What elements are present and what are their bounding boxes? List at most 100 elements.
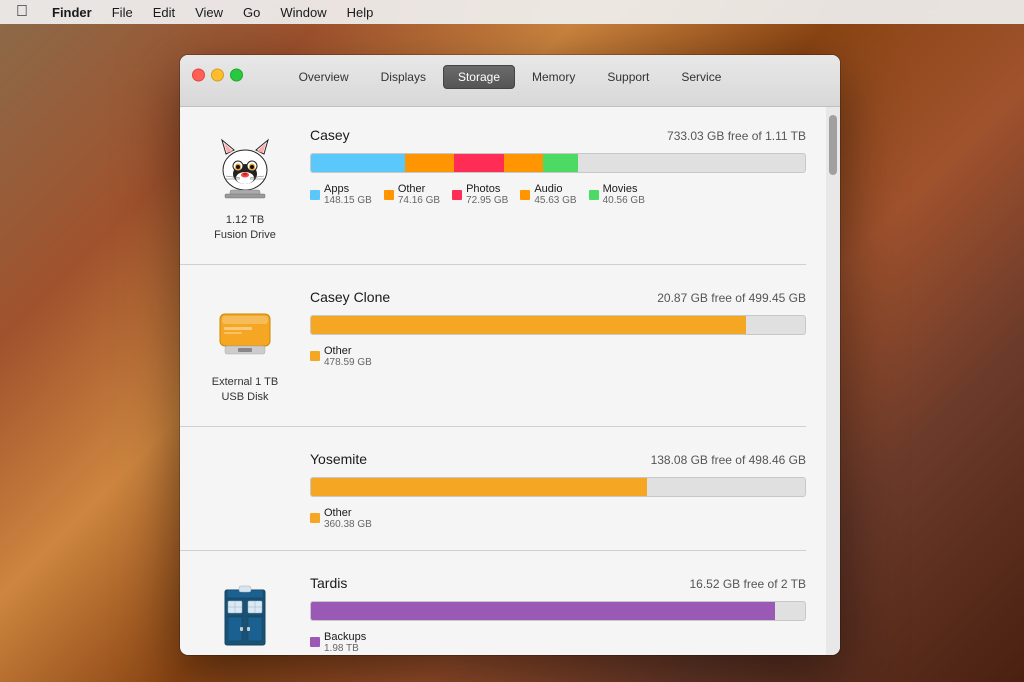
legend-name: Other [398,183,440,195]
legend-color-dot [520,190,530,200]
drive-item-yosemite: Yosemite 138.08 GB free of 498.46 GB Oth… [180,447,806,551]
drive-name: Yosemite [310,451,367,467]
tab-storage[interactable]: Storage [443,65,515,89]
minimize-button[interactable] [211,68,224,81]
legend-size: 148.15 GB [324,195,372,206]
legend-text: Movies 40.56 GB [603,183,645,206]
tab-support[interactable]: Support [592,65,664,89]
legend-size: 1.98 TB [324,643,366,654]
menubar:  Finder File Edit View Go Window Help [0,0,1024,24]
bar-segment [543,154,578,172]
drive-icon-tardis: External 3 TBUSB Disk [180,571,310,655]
traffic-lights [192,68,243,81]
menubar-file[interactable]: File [104,0,141,24]
legend-item: Photos 72.95 GB [452,183,508,206]
legend-text: Photos 72.95 GB [466,183,508,206]
storage-legend: Other 360.38 GB [310,507,806,530]
menubar-window[interactable]: Window [272,0,334,24]
drive-free-space: 16.52 GB free of 2 TB [689,577,806,591]
storage-legend: Backups 1.98 TB [310,631,806,654]
drive-list: 1.12 TBFusion Drive Casey 733.03 GB free… [180,107,826,655]
tab-overview[interactable]: Overview [284,65,364,89]
drive-icon-casey-clone: External 1 TBUSB Disk [180,285,310,406]
bar-segment [454,154,503,172]
close-button[interactable] [192,68,205,81]
legend-size: 72.95 GB [466,195,508,206]
legend-name: Other [324,507,372,519]
legend-text: Backups 1.98 TB [324,631,366,654]
drive-icon-casey: 1.12 TBFusion Drive [180,123,310,244]
bar-segment [311,602,775,620]
legend-name: Other [324,345,372,357]
drive-item-casey-clone: External 1 TBUSB Disk Casey Clone 20.87 … [180,285,806,427]
drive-info-yosemite: Yosemite 138.08 GB free of 498.46 GB Oth… [310,447,806,530]
legend-color-dot [452,190,462,200]
legend-color-dot [589,190,599,200]
drive-label-casey: 1.12 TBFusion Drive [214,213,276,244]
legend-text: Apps 148.15 GB [324,183,372,206]
drive-info-casey-clone: Casey Clone 20.87 GB free of 499.45 GB O… [310,285,806,368]
legend-name: Audio [534,183,576,195]
about-this-mac-window: OverviewDisplaysStorageMemorySupportServ… [180,55,840,655]
legend-item: Audio 45.63 GB [520,183,576,206]
menubar-help[interactable]: Help [339,0,382,24]
tab-memory[interactable]: Memory [517,65,590,89]
legend-name: Movies [603,183,645,195]
drive-free-space: 733.03 GB free of 1.11 TB [667,129,806,143]
legend-item: Backups 1.98 TB [310,631,366,654]
legend-name: Apps [324,183,372,195]
scrollbar-thumb[interactable] [829,115,837,175]
menubar-edit[interactable]: Edit [145,0,183,24]
legend-item: Movies 40.56 GB [589,183,645,206]
tab-service[interactable]: Service [666,65,736,89]
legend-color-dot [310,190,320,200]
legend-name: Photos [466,183,508,195]
drive-info-casey: Casey 733.03 GB free of 1.11 TB Apps 148… [310,123,806,206]
drive-header: Casey Clone 20.87 GB free of 499.45 GB [310,289,806,305]
legend-size: 360.38 GB [324,519,372,530]
storage-bar [310,601,806,621]
bar-segment [311,154,405,172]
tabs: OverviewDisplaysStorageMemorySupportServ… [284,65,737,89]
storage-bar [310,315,806,335]
legend-size: 45.63 GB [534,195,576,206]
storage-bar [310,477,806,497]
legend-item: Other 74.16 GB [384,183,440,206]
drive-item-casey: 1.12 TBFusion Drive Casey 733.03 GB free… [180,123,806,265]
menubar-view[interactable]: View [187,0,231,24]
maximize-button[interactable] [230,68,243,81]
legend-text: Other 360.38 GB [324,507,372,530]
bar-segment [504,154,544,172]
legend-size: 478.59 GB [324,357,372,368]
apple-menu[interactable]:  [8,0,36,24]
content-area: 1.12 TBFusion Drive Casey 733.03 GB free… [180,107,840,655]
legend-name: Backups [324,631,366,643]
legend-item: Other 478.59 GB [310,345,372,368]
bar-segment [311,316,746,334]
legend-size: 40.56 GB [603,195,645,206]
bar-segment [405,154,454,172]
drive-header: Casey 733.03 GB free of 1.11 TB [310,127,806,143]
legend-text: Other 478.59 GB [324,345,372,368]
tab-displays[interactable]: Displays [366,65,441,89]
legend-size: 74.16 GB [398,195,440,206]
drive-info-tardis: Tardis 16.52 GB free of 2 TB Backups 1.9… [310,571,806,654]
storage-bar [310,153,806,173]
menubar-go[interactable]: Go [235,0,268,24]
drive-free-space: 138.08 GB free of 498.46 GB [651,453,806,467]
drive-header: Yosemite 138.08 GB free of 498.46 GB [310,451,806,467]
storage-legend: Apps 148.15 GB Other 74.16 GB Photos 72.… [310,183,806,206]
legend-color-dot [310,351,320,361]
bar-segment [311,478,647,496]
storage-legend: Other 478.59 GB [310,345,806,368]
drive-name: Casey Clone [310,289,390,305]
drive-label-casey-clone: External 1 TBUSB Disk [212,375,278,406]
legend-item: Other 360.38 GB [310,507,372,530]
scrollbar-track[interactable] [826,107,840,655]
drive-name: Casey [310,127,350,143]
legend-color-dot [384,190,394,200]
drive-free-space: 20.87 GB free of 499.45 GB [657,291,806,305]
menubar-finder[interactable]: Finder [44,0,100,24]
legend-color-dot [310,637,320,647]
drive-item-tardis: External 3 TBUSB Disk Tardis 16.52 GB fr… [180,571,806,655]
